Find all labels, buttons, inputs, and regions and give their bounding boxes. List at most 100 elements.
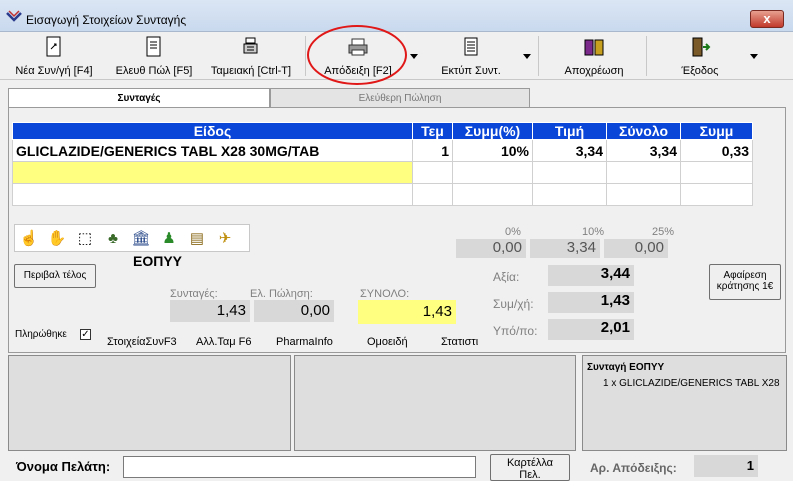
print-rx-dropdown-arrow[interactable]: [523, 54, 531, 59]
remain-label: Υπό/πο:: [493, 324, 538, 338]
customer-name-label: Όνομα Πελάτη:: [16, 459, 111, 474]
exit-door-icon: [692, 37, 711, 57]
empty-cell[interactable]: [680, 161, 753, 184]
empty-cell[interactable]: [12, 183, 413, 206]
rx-total-field: 1,43: [170, 300, 250, 322]
lower-pane-middle: [294, 355, 576, 451]
cash-register-button[interactable]: Ταμειακή [Ctrl-T]: [202, 36, 300, 78]
empty-cell[interactable]: [532, 161, 607, 184]
items-grid: Είδος Τεμ Συμμ(%) Τιμή Σύνολο Συμμ GLICL…: [12, 122, 753, 206]
highlight-circle: [307, 25, 407, 85]
people-icon[interactable]: ♣: [103, 229, 123, 249]
print-rx-button[interactable]: Εκτύπ Συντ.: [425, 36, 517, 78]
hand-icon[interactable]: ✋: [47, 229, 67, 249]
free-total-label: Ελ. Πώληση:: [250, 288, 313, 300]
copay-field: 1,43: [548, 292, 634, 313]
insurer-name: ΕΟΠΥΥ: [133, 253, 183, 269]
building-icon[interactable]: 🏛: [131, 229, 151, 249]
exit-dropdown-arrow[interactable]: [750, 54, 758, 59]
col-header-qty[interactable]: Τεμ: [412, 122, 453, 140]
toolbar-separator: [538, 36, 539, 76]
title-bar: Εισαγωγή Στοιχείων Συνταγής x: [0, 0, 793, 32]
table-row-new[interactable]: [12, 161, 753, 184]
col-header-part[interactable]: Συμμ: [680, 122, 753, 140]
link-similar[interactable]: Ομοειδή: [367, 336, 408, 348]
paid-label: Πληρώθηκε: [15, 329, 67, 340]
discharge-label: Αποχρέωση: [564, 65, 624, 77]
cash-register-icon: [243, 37, 258, 54]
col-header-item[interactable]: Είδος: [12, 122, 413, 140]
tree-child[interactable]: 1 x GLICLAZIDE/GENERICS TABL X28: [603, 378, 780, 389]
empty-cell[interactable]: [680, 183, 753, 206]
new-item-input[interactable]: [12, 161, 413, 184]
cell-item[interactable]: GLICLAZIDE/GENERICS TABL X28 30MG/TAB: [12, 139, 413, 162]
person-icon[interactable]: ♟: [159, 229, 179, 249]
toolbar-separator: [646, 36, 647, 76]
table-row[interactable]: GLICLAZIDE/GENERICS TABL X28 30MG/TAB 1 …: [12, 139, 753, 162]
discharge-button[interactable]: Αποχρέωση: [548, 36, 640, 78]
rx-tree-pane[interactable]: Συνταγή ΕΟΠΥΥ 1 x GLICLAZIDE/GENERICS TA…: [582, 355, 787, 451]
receipt-no-label: Αρ. Απόδειξης:: [590, 461, 677, 475]
select-box-icon[interactable]: ⬚: [75, 229, 95, 249]
app-icon: [6, 10, 22, 22]
tree-root[interactable]: Συνταγή ΕΟΠΥΥ: [587, 362, 664, 373]
empty-cell[interactable]: [412, 183, 453, 206]
col-header-total[interactable]: Σύνολο: [606, 122, 681, 140]
book-icon: [584, 39, 604, 56]
copay-label: Συμ/χή:: [493, 297, 534, 311]
col-header-pct[interactable]: Συμμ(%): [452, 122, 533, 140]
cell-price[interactable]: 3,34: [532, 139, 607, 162]
new-doc-icon: [46, 36, 61, 57]
empty-cell[interactable]: [606, 183, 681, 206]
customer-name-input[interactable]: [123, 456, 476, 478]
table-row-empty[interactable]: [12, 183, 753, 206]
link-rx-details[interactable]: ΣτοιχείαΣυνF3: [107, 336, 177, 348]
empty-cell[interactable]: [532, 183, 607, 206]
link-pharmainfo[interactable]: PharmaInfo: [276, 336, 333, 348]
empty-cell[interactable]: [452, 183, 533, 206]
link-statistics[interactable]: Στατιστι: [441, 336, 478, 348]
empty-cell[interactable]: [412, 161, 453, 184]
env-fee-button[interactable]: Περιβαλ τέλος: [14, 264, 96, 288]
sum-total-field: 1,43: [358, 300, 456, 324]
exit-label: Έξοδος: [681, 65, 719, 77]
close-button[interactable]: x: [750, 10, 784, 28]
empty-cell[interactable]: [606, 161, 681, 184]
plane-icon[interactable]: ✈: [215, 229, 235, 249]
free-sale-button[interactable]: Ελευθ Πώλ [F5]: [108, 36, 200, 78]
cell-total[interactable]: 3,34: [606, 139, 681, 162]
hand-point-icon[interactable]: ☝: [19, 229, 39, 249]
cash-register-label: Ταμειακή [Ctrl-T]: [210, 65, 292, 77]
tools-strip: ☝ ✋ ⬚ ♣ 🏛 ♟ ▤ ✈: [14, 224, 250, 252]
cell-qty[interactable]: 1: [412, 139, 453, 162]
receipt-dropdown-arrow[interactable]: [410, 54, 418, 59]
cell-pct[interactable]: 10%: [452, 139, 533, 162]
tab-free-sale[interactable]: Ελεύθερη Πώληση: [270, 88, 530, 108]
customer-card-button[interactable]: Καρτέλλα Πελ.: [490, 454, 570, 481]
print-list-icon: [464, 37, 478, 56]
lower-pane-left: [8, 355, 291, 451]
card-icon[interactable]: ▤: [187, 229, 207, 249]
pct-label-0: 0%: [505, 226, 521, 238]
pct-value-10: 3,34: [530, 239, 600, 258]
deduct-fee-button[interactable]: Αφαίρεση κράτησης 1€: [709, 264, 781, 300]
toolbar-separator: [305, 36, 306, 76]
deduct-fee-line1: Αφαίρεση: [723, 270, 767, 281]
exit-button[interactable]: Έξοδος: [654, 36, 746, 78]
sum-total-label: ΣΥΝΟΛΟ:: [360, 288, 410, 300]
col-header-price[interactable]: Τιμή: [532, 122, 607, 140]
pct-label-10: 10%: [582, 226, 605, 238]
cell-part[interactable]: 0,33: [680, 139, 753, 162]
pct-value-0: 0,00: [456, 239, 526, 258]
new-rx-button[interactable]: Νέα Συν/γή [F4]: [8, 36, 100, 78]
paid-checkbox[interactable]: ✓: [80, 329, 91, 340]
link-change-register[interactable]: Αλλ.Ταμ F6: [196, 336, 252, 348]
tab-prescriptions[interactable]: Συνταγές: [8, 88, 270, 108]
empty-cell[interactable]: [452, 161, 533, 184]
print-rx-label: Εκτύπ Συντ.: [441, 65, 501, 77]
value-field: 3,44: [548, 265, 634, 286]
customer-card-line1: Καρτέλλα: [506, 457, 554, 469]
deduct-fee-line2: κράτησης 1€: [716, 281, 774, 292]
receipt-no-field[interactable]: 1: [694, 455, 758, 477]
free-sale-label: Ελευθ Πώλ [F5]: [115, 65, 193, 77]
